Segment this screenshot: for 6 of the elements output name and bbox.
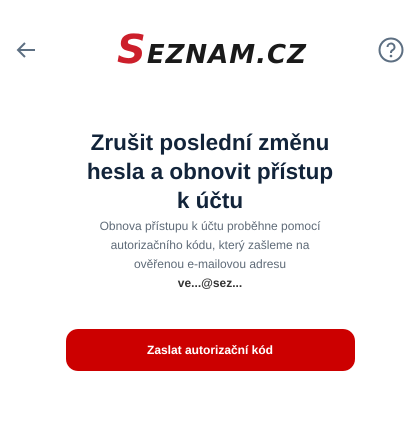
send-code-button[interactable]: Zaslat autorizační kód xyxy=(66,329,354,371)
help-icon[interactable] xyxy=(378,37,404,63)
page-title: Zrušit poslední změnu hesla a obnovit přístup k účtu xyxy=(86,129,334,215)
logo: SEZNAM.CZ xyxy=(117,27,307,73)
back-arrow-icon[interactable] xyxy=(16,41,36,59)
description: Obnova přístupu k účtu proběhne pomocí autorizačního kódu, který zašleme na ověřenou e-mailovou adresu ve...@sez... xyxy=(98,218,322,292)
